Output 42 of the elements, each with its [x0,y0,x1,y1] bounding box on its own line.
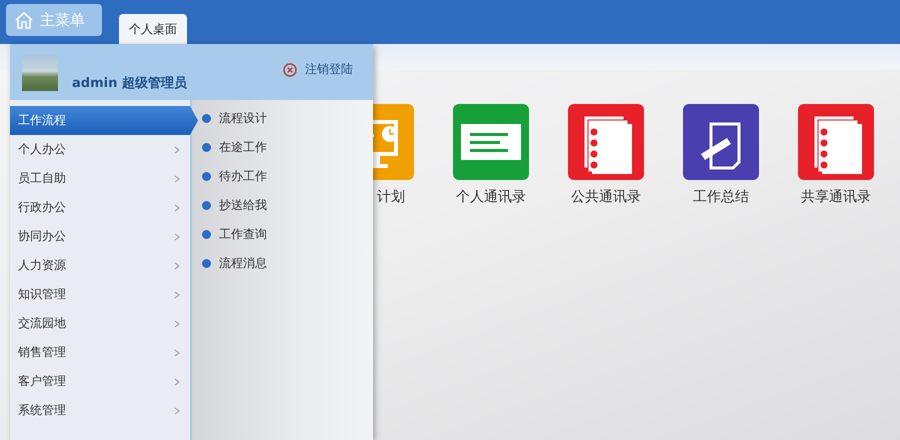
chevron-icon [174,174,180,182]
menu-item[interactable]: 员工自助 [10,164,190,193]
menu-item[interactable]: 客户管理 [10,367,190,396]
app-label[interactable]: 工作总结 [693,188,749,206]
note-pencil-icon[interactable] [683,104,759,180]
app-label[interactable]: 个人通讯录 [456,188,526,206]
menu-item[interactable]: 销售管理 [10,338,190,367]
chevron-icon [174,232,180,240]
menu-item[interactable]: 行政办公 [10,193,190,222]
logout-link[interactable]: 注销登陆 [283,61,353,78]
submenu-item[interactable]: 流程设计 [202,104,373,133]
avatar-photo [22,55,58,91]
tab[interactable]: 个人桌面 [119,14,187,44]
chevron-icon [174,290,180,298]
chevron-icon [174,262,180,270]
submenu-item[interactable]: 流程消息 [202,249,373,278]
menu-item[interactable]: 交流园地 [10,309,190,338]
notebook-icon[interactable] [568,104,644,180]
menu-item[interactable]: 系统管理 [10,396,190,425]
chevron-icon [174,348,180,356]
menu-item[interactable]: 工作流程 [10,106,198,135]
app-label[interactable]: 计划 [377,188,405,206]
submenu-item[interactable]: 待办工作 [202,162,373,191]
menu-item[interactable]: 协同办公 [10,222,190,251]
menu-item[interactable]: 个人办公 [10,135,190,164]
chevron-icon [174,378,180,386]
submenu-item[interactable]: 工作查询 [202,220,373,249]
user-name: admin 超级管理员 [72,75,187,92]
submenu-item[interactable]: 抄送给我 [202,191,373,220]
menu-item[interactable]: 知识管理 [10,280,190,309]
notebook-icon[interactable] [798,104,874,180]
app-label[interactable]: 共享通讯录 [801,188,871,206]
card-icon[interactable] [453,104,529,180]
chevron-icon [174,320,180,328]
home-icon [14,10,34,30]
chevron-icon [174,204,180,212]
close-icon [283,62,297,76]
submenu-item[interactable]: 在途工作 [202,133,373,162]
chevron-icon [174,146,180,154]
chevron-icon [174,406,180,414]
app-label[interactable]: 公共通讯录 [571,188,641,206]
menu-item[interactable]: 人力资源 [10,251,190,280]
